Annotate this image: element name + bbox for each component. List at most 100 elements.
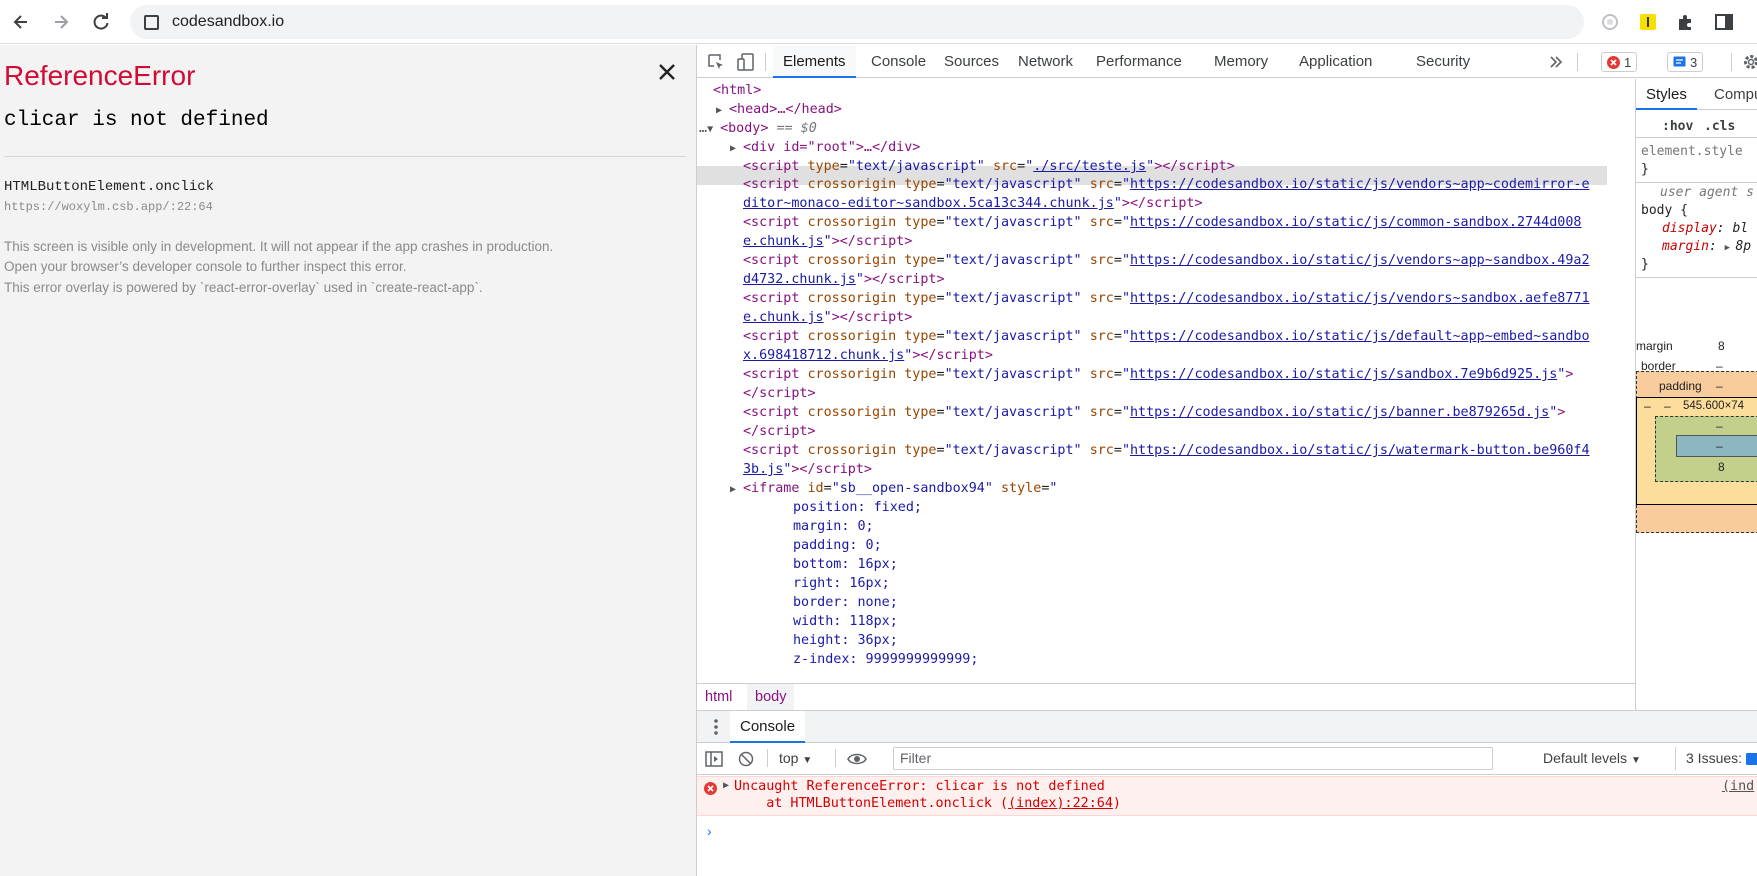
tab-memory[interactable]: Memory [1204,45,1278,78]
dom-node-script[interactable]: <script crossorigin type="text/javascrip… [743,327,1590,346]
tab-styles[interactable]: Styles [1636,79,1697,110]
class-toggle[interactable]: .cls [1704,119,1735,134]
tab-elements[interactable]: Elements [773,45,856,78]
padding-left-value[interactable]: – [1664,399,1671,413]
dom-node-script-cont[interactable]: e.chunk.js"></script> [743,308,912,327]
expand-triangle-icon[interactable]: ▶ [716,101,729,120]
content-size-value[interactable]: 545.600×74 [1683,400,1744,412]
console-error-message[interactable]: ▶ Uncaught ReferenceError: clicar is not… [697,776,1757,816]
script-src-link[interactable]: x.698418712.chunk.js [743,348,904,363]
dom-node-script[interactable]: <script crossorigin type="text/javascrip… [743,175,1590,194]
script-src-link[interactable]: e.chunk.js [743,234,824,249]
more-tabs-button[interactable] [1545,51,1567,73]
padding-top-value[interactable]: – [1716,379,1723,393]
message-count-badge[interactable]: 3 [1667,52,1704,72]
expand-triangle-icon[interactable]: ▶ [723,780,729,791]
tab-console[interactable]: Console [861,45,936,78]
breadcrumb-body[interactable]: body [747,684,795,711]
dom-node-script[interactable]: <script crossorigin type="text/javascrip… [743,441,1590,460]
back-button[interactable] [7,8,35,36]
ellipsis-menu-icon[interactable]: … [699,121,707,136]
inspect-element-button[interactable] [705,51,727,73]
script-src-link[interactable]: https://codesandbox.io/static/js/waterma… [1130,443,1590,458]
tab-network[interactable]: Network [1008,45,1083,78]
expand-triangle-icon[interactable]: ▶ [730,139,743,158]
extension-button[interactable] [1596,8,1624,36]
script-src-link[interactable]: https://codesandbox.io/static/js/vendors… [1130,253,1590,268]
script-src-link[interactable]: https://codesandbox.io/static/js/sandbox… [1130,367,1557,382]
border-bottom-value[interactable]: – [1716,439,1723,453]
drawer-menu-button[interactable] [705,716,727,738]
expand-triangle-icon[interactable]: ▶ [730,480,743,499]
close-overlay-button[interactable] [656,61,678,83]
log-levels-dropdown[interactable]: Default levels ▼ [1543,747,1641,770]
script-src-link[interactable]: ditor~monaco-editor~sandbox.5ca13c344.ch… [743,196,1114,211]
tab-security[interactable]: Security [1406,45,1480,78]
tab-performance[interactable]: Performance [1086,45,1192,78]
dom-node-script[interactable]: <script crossorigin type="text/javascrip… [743,365,1573,384]
script-src-link[interactable]: d4732.chunk.js [743,272,856,287]
extension-highlighter-button[interactable] [1634,8,1662,36]
error-count-badge[interactable]: 1 [1601,52,1638,72]
margin-bottom-value[interactable]: 8 [1718,460,1725,474]
console-filter-input[interactable]: Filter [893,747,1493,770]
tab-sources[interactable]: Sources [934,45,1009,78]
script-src-link[interactable]: 3b.js [743,462,783,477]
live-expression-button[interactable] [846,748,868,770]
script-src-link[interactable]: https://codesandbox.io/static/js/default… [1130,329,1590,344]
dom-node-head[interactable]: ▶ <head>…</head> [716,100,842,119]
dom-node-script-cont[interactable]: e.chunk.js"></script> [743,232,912,251]
address-bar[interactable]: codesandbox.io [130,5,1584,39]
elements-tree[interactable]: <html> ▶ <head>…</head> …▼ <body> == $0 ▶ <… [697,79,1621,683]
dom-node-div-root[interactable]: ▶ <div id="root">…</div> [730,138,920,157]
tab-computed[interactable]: Computed [1704,79,1757,110]
drawer-tab-console[interactable]: Console [730,711,806,743]
dom-node-iframe[interactable]: ▶ <iframe id="sb__open-sandbox94" style=" [730,479,1057,498]
dom-node-script-cont[interactable]: d4732.chunk.js"></script> [743,270,945,289]
url-text[interactable]: codesandbox.io [172,13,284,31]
collapse-triangle-icon[interactable]: ▼ [707,120,720,139]
dom-node-script[interactable]: <script crossorigin type="text/javascrip… [743,289,1590,308]
reload-button[interactable] [87,8,115,36]
dom-node-script[interactable]: <script type="text/javascript" src="./sr… [743,157,1235,176]
settings-button[interactable] [1740,51,1757,73]
dom-node-script-cont[interactable]: ditor~monaco-editor~sandbox.5ca13c344.ch… [743,194,1203,213]
device-toolbar-button[interactable] [735,51,757,73]
forward-button[interactable] [47,8,75,36]
dom-node-script-cont[interactable]: x.698418712.chunk.js"></script> [743,346,993,365]
stack-frame-location[interactable]: https://woxylm.csb.app/:22:64 [4,200,213,214]
hover-state-toggle[interactable]: :hov [1662,119,1693,134]
dom-node-body[interactable]: …▼ <body> == $0 [699,119,817,138]
dom-node-script[interactable]: <script crossorigin type="text/javascrip… [743,251,1590,270]
clear-console-button[interactable] [735,748,757,770]
error-source-link[interactable]: (index):22:64 [1008,796,1113,811]
elements-scrollbar[interactable] [1619,81,1621,681]
context-select[interactable]: top ▼ [779,747,812,770]
border-top-value[interactable]: – [1716,359,1723,373]
script-src-link[interactable]: https://codesandbox.io/static/js/common-… [1130,215,1581,230]
dom-node-html[interactable]: <html> [713,81,761,100]
dom-node-script[interactable]: <script crossorigin type="text/javascrip… [743,403,1565,422]
script-src-link[interactable]: e.chunk.js [743,310,824,325]
dropdown-arrow-icon: ▼ [802,755,813,766]
dom-node-script-close[interactable]: </script> [743,384,816,403]
side-panel-button[interactable] [1710,8,1738,36]
script-src-link[interactable]: https://codesandbox.io/static/js/vendors… [1130,177,1590,192]
issues-button[interactable]: 3 Issues: [1675,747,1757,770]
show-sidebar-button[interactable] [703,748,725,770]
border-left-value[interactable]: – [1644,399,1651,413]
script-src-link[interactable]: https://codesandbox.io/static/js/vendors… [1130,291,1590,306]
margin-top-value[interactable]: 8 [1718,339,1725,353]
error-location-link[interactable]: (ind [1722,779,1754,794]
script-src-link[interactable]: https://codesandbox.io/static/js/banner.… [1130,405,1549,420]
dom-node-script-close[interactable]: </script> [743,422,816,441]
breadcrumb-html[interactable]: html [697,684,740,711]
extensions-menu-button[interactable] [1672,8,1700,36]
dom-node-script[interactable]: <script crossorigin type="text/javascrip… [743,213,1581,232]
console-prompt[interactable]: › [707,823,712,839]
padding-bottom-value[interactable]: – [1716,419,1723,433]
script-src-link[interactable]: ./src/teste.js [1033,159,1146,174]
element-style-selector[interactable]: element.style [1641,144,1743,159]
dom-node-script-cont[interactable]: 3b.js"></script> [743,460,872,479]
tab-application[interactable]: Application [1289,45,1382,78]
